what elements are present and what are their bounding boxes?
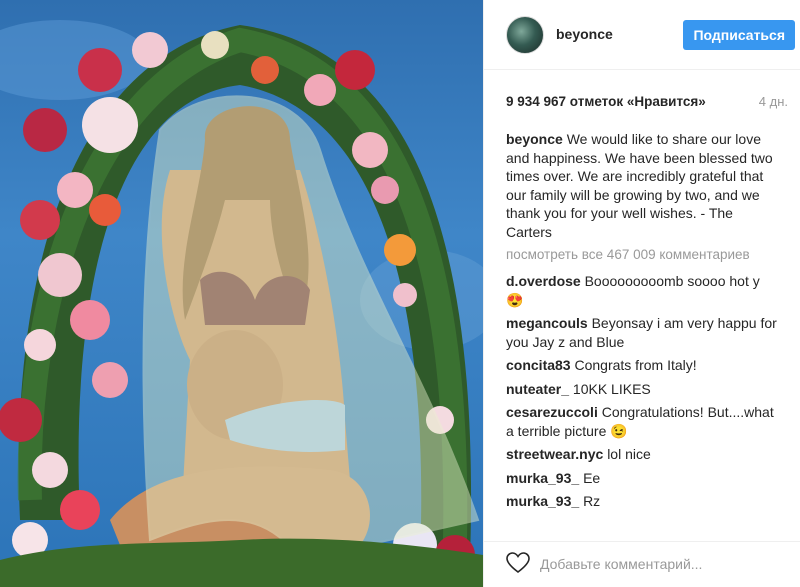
comment: d.overdose Booooooooomb soooo hot y 😍 [506,272,778,309]
instagram-post-view: beyonce Подписаться 9 934 967 отметок «Н… [0,0,800,587]
add-comment-input[interactable]: Добавьте комментарий... [540,556,702,572]
comment-username[interactable]: murka_93_ [506,470,579,486]
comment-text: lol nice [607,446,651,462]
comment: nuteater_ 10KK LIKES [506,380,778,399]
comment-bar: Добавьте комментарий... [484,541,800,587]
caption-text: We would like to share our love and happ… [506,131,773,240]
comment: cesarezuccoli Congratulations! But....wh… [506,403,778,440]
post-timestamp[interactable]: 4 дн. [759,94,788,109]
comment-username[interactable]: megancouls [506,315,588,331]
post-sidebar: beyonce Подписаться 9 934 967 отметок «Н… [483,0,800,587]
follow-button[interactable]: Подписаться [683,20,795,50]
post-caption: beyonce We would like to share our love … [506,130,774,241]
comment: murka_93_ Rz [506,492,778,511]
post-photo-illustration [0,20,483,587]
post-stats: 9 934 967 отметок «Нравится» 4 дн. [506,94,788,112]
caption-username[interactable]: beyonce [506,131,563,147]
comment: murka_93_ Ee [506,469,778,488]
comments-list: d.overdose Booooooooomb soooo hot y 😍 me… [506,272,778,516]
post-photo[interactable] [0,0,483,587]
comment-username[interactable]: streetwear.nyc [506,446,603,462]
comment: streetwear.nyc lol nice [506,445,778,464]
post-header: beyonce Подписаться [484,0,800,70]
comment-username[interactable]: cesarezuccoli [506,404,598,420]
comment-username[interactable]: nuteater_ [506,381,569,397]
comment-username[interactable]: murka_93_ [506,493,579,509]
comment-username[interactable]: concita83 [506,357,571,373]
comment-text: Congrats from Italy! [574,357,697,373]
comment-text: Rz [583,493,601,509]
comment-text: Ee [583,469,601,486]
likes-count[interactable]: 9 934 967 отметок «Нравится» [506,94,706,109]
comment: concita83 Congrats from Italy! [506,356,778,375]
username-link[interactable]: beyonce [556,26,613,42]
avatar[interactable] [506,16,544,54]
view-all-comments-link[interactable]: посмотреть все 467 009 комментариев [506,247,750,262]
heart-outline-icon[interactable] [506,552,530,574]
comment: megancouls Beyonsay i am very happu for … [506,314,778,351]
comment-username[interactable]: d.overdose [506,273,581,289]
comment-text: 10KK LIKES [572,380,651,397]
